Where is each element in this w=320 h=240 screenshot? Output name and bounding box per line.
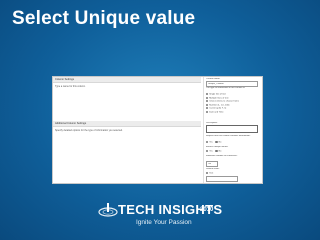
radio-selected-icon[interactable] [215, 149, 218, 152]
required-label: Require that this column contains inform… [206, 135, 251, 137]
max-chars-label: Maximum number of characters: [206, 155, 238, 157]
radio-selected-icon[interactable] [215, 141, 218, 144]
form-right-column: Column name: Unique_Column The type of i… [203, 77, 262, 183]
radio-icon [206, 107, 209, 110]
radio-icon [206, 110, 209, 113]
slide-title: Select Unique value [12, 8, 196, 29]
column-settings-description: Type a name for this column. [55, 85, 86, 88]
unique-options: Yes No [206, 149, 260, 153]
type-label: The type of information in this column i… [206, 87, 246, 89]
column-settings-form: Column Settings Type a name for this col… [52, 76, 263, 184]
radio-icon [206, 103, 209, 106]
column-name-value: Unique_Column [208, 82, 224, 85]
logo-mark-icon [98, 203, 118, 217]
additional-settings-description: Specify detailed options for the type of… [55, 129, 123, 132]
radio-icon [206, 96, 209, 99]
radio-icon [206, 93, 209, 96]
default-value-label: Default value: [206, 168, 220, 170]
additional-settings-heading: Additional Column Settings [53, 121, 201, 127]
radio-icon[interactable] [206, 149, 209, 152]
radio-selected-icon [206, 172, 209, 175]
default-value-option[interactable]: Text [206, 172, 260, 175]
radio-selected-icon [206, 100, 209, 103]
max-chars-value: 255 [207, 162, 212, 165]
column-settings-heading: Column Settings [53, 77, 201, 83]
tech-insights-logo: TECH INSIGHTS 2010 Ignite Your Passion [96, 200, 226, 232]
radio-icon[interactable] [206, 141, 209, 144]
required-options: Yes No [206, 141, 260, 144]
logo-year: 2010 [200, 207, 214, 213]
description-textarea[interactable] [206, 125, 258, 133]
max-chars-input[interactable]: 255 [206, 161, 218, 167]
form-left-column: Column Settings Type a name for this col… [53, 77, 201, 183]
default-value-input[interactable] [206, 176, 238, 182]
type-option[interactable]: Date and Time [206, 110, 260, 114]
unique-label: Enforce unique values: [206, 146, 229, 148]
logo-tagline: Ignite Your Passion [136, 219, 192, 226]
